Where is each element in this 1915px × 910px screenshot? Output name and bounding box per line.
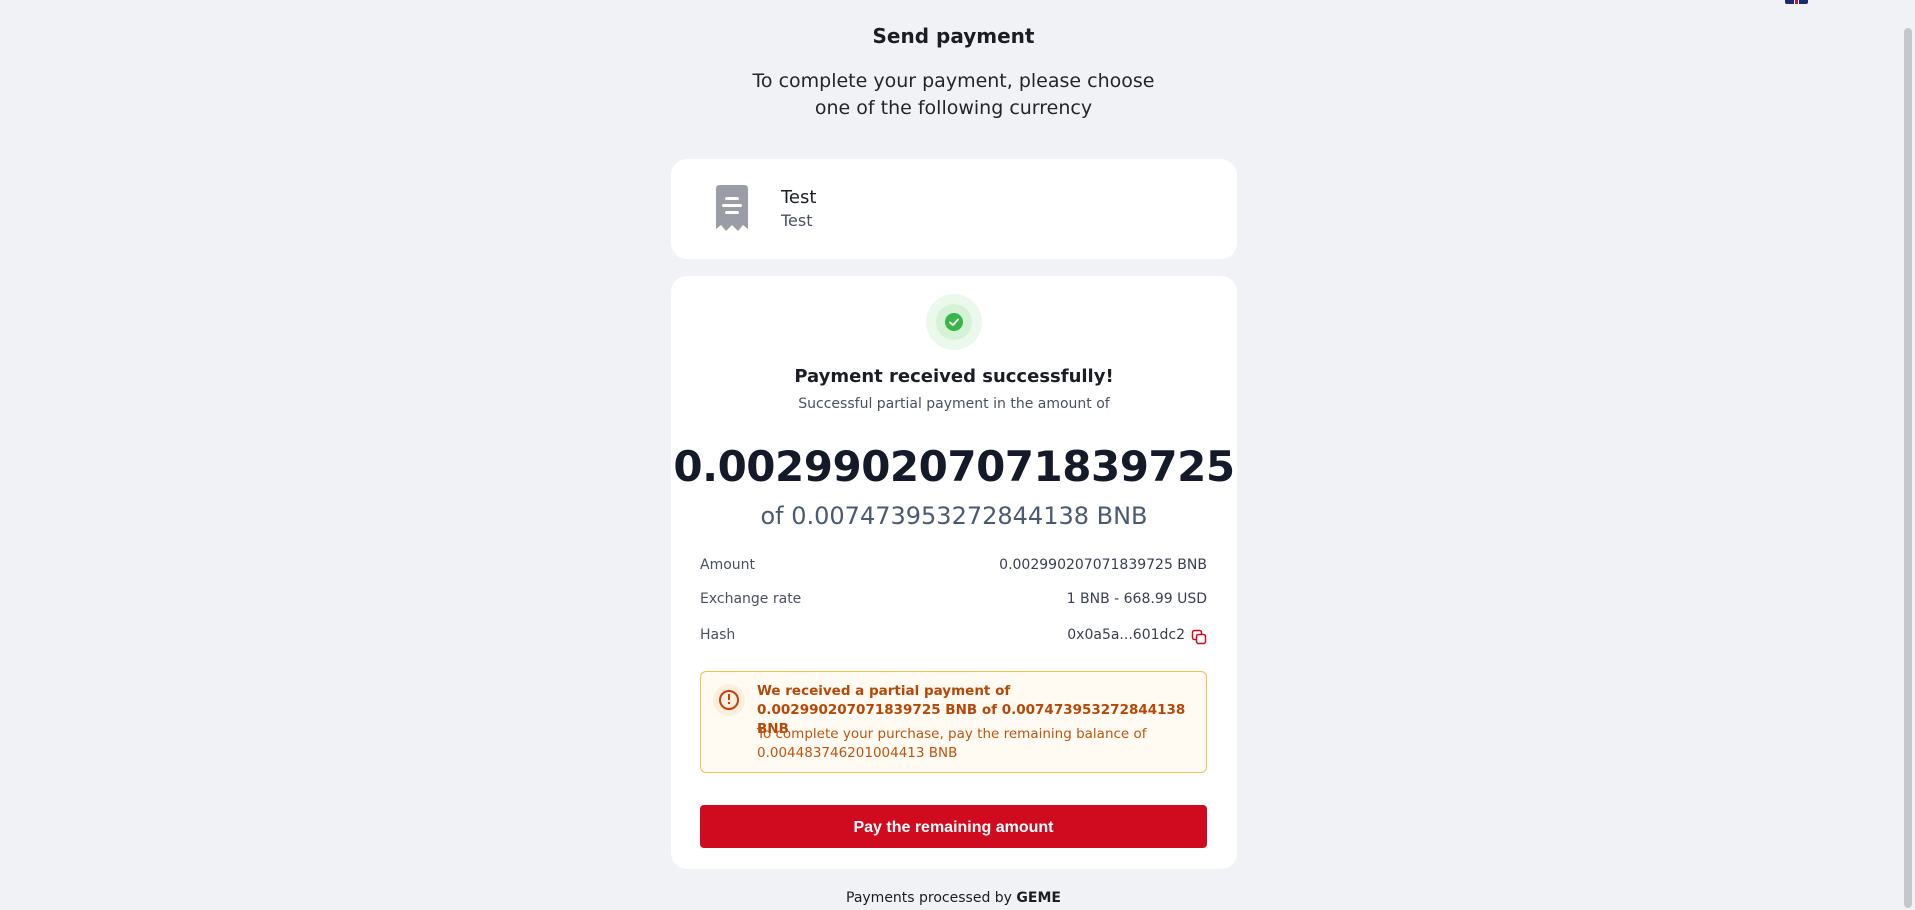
payment-status-card: Payment received successfully! Successfu…	[671, 276, 1237, 869]
amount-row: Amount 0.002990207071839725 BNB	[700, 557, 1207, 579]
subtitle-line-2: one of the following currency	[814, 97, 1093, 119]
amount-value: 0.002990207071839725 BNB	[999, 557, 1207, 573]
alert-circle-icon	[713, 684, 745, 716]
vertical-scrollbar[interactable]	[1900, 0, 1915, 910]
page-subtitle: To complete your payment, please choose …	[0, 68, 1907, 122]
status-subtitle: Successful partial payment in the amount…	[798, 396, 1110, 412]
merchant-card: Test Test	[671, 159, 1237, 259]
uk-flag-icon[interactable]	[1785, 0, 1808, 4]
payment-page: Send payment To complete your payment, p…	[0, 0, 1915, 910]
pay-remaining-button[interactable]: Pay the remaining amount	[700, 805, 1207, 848]
exchange-rate-value: 1 BNB - 668.99 USD	[1066, 591, 1207, 607]
copy-icon[interactable]	[1191, 629, 1207, 645]
page-title: Send payment	[872, 24, 1035, 48]
hash-row: Hash 0x0a5a...601dc2	[700, 627, 1207, 649]
merchant-description: Test	[781, 211, 813, 230]
receipt-icon	[716, 185, 748, 231]
success-check-icon	[926, 294, 982, 350]
subtitle-line-1: To complete your payment, please choose	[752, 70, 1155, 92]
hash-label: Hash	[700, 627, 736, 643]
received-amount: 0.002990207071839725	[673, 442, 1235, 491]
exchange-rate-label: Exchange rate	[700, 591, 802, 607]
footer-brand: GEME	[1016, 890, 1061, 906]
exchange-rate-row: Exchange rate 1 BNB - 668.99 USD	[700, 591, 1207, 613]
total-amount: of 0.007473953272844138 BNB	[760, 502, 1148, 530]
scrollbar-thumb[interactable]	[1904, 28, 1912, 908]
merchant-name: Test	[781, 187, 817, 208]
hash-value: 0x0a5a...601dc2	[1067, 627, 1185, 643]
alert-text: To complete your purchase, pay the remai…	[757, 726, 1147, 761]
status-title: Payment received successfully!	[794, 366, 1114, 387]
footer-prefix: Payments processed by	[846, 890, 1012, 906]
footer: Payments processed by GEME	[0, 890, 1907, 906]
partial-payment-alert: We received a partial payment of 0.00299…	[700, 671, 1207, 773]
amount-label: Amount	[700, 557, 756, 573]
